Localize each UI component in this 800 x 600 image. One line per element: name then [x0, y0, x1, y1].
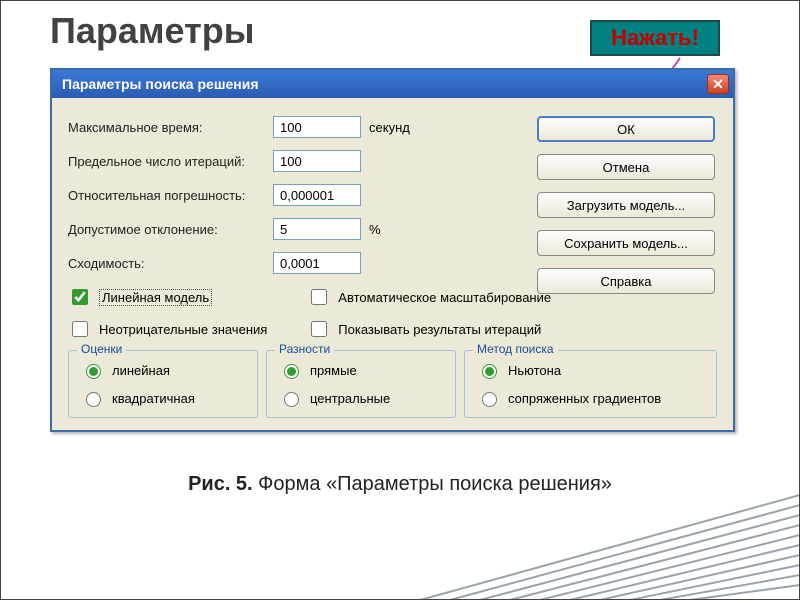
- radio-conj-label: сопряженных градиентов: [508, 391, 661, 406]
- label-precision: Относительная погрешность:: [68, 188, 273, 203]
- radio-deriv-central[interactable]: центральные: [279, 389, 443, 407]
- group-estimates: Оценки линейная квадратичная: [68, 350, 258, 418]
- press-label: Нажать!: [611, 25, 699, 51]
- label-convergence: Сходимость:: [68, 256, 273, 271]
- check-nonneg-label: Неотрицательные значения: [99, 322, 267, 337]
- radio-est-linear-label: линейная: [112, 363, 170, 378]
- input-convergence[interactable]: [273, 252, 361, 274]
- legend-estimates: Оценки: [77, 342, 126, 356]
- checkbox-area: Линейная модель Неотрицательные значения…: [68, 286, 717, 340]
- press-badge: Нажать!: [590, 20, 720, 56]
- caption-label: Рис. 5.: [188, 473, 253, 495]
- label-max-time: Максимальное время:: [68, 120, 273, 135]
- check-linear-model[interactable]: Линейная модель: [68, 286, 267, 308]
- close-icon: ✕: [712, 76, 724, 93]
- radio-estimates-quadratic[interactable]: квадратичная: [81, 389, 245, 407]
- check-autoscale-label: Автоматическое масштабирование: [338, 290, 551, 305]
- check-show-iter-label: Показывать результаты итераций: [338, 322, 541, 337]
- radio-der-fwd-input[interactable]: [284, 364, 299, 379]
- ok-button[interactable]: ОК: [537, 116, 715, 142]
- check-show-iter[interactable]: Показывать результаты итераций: [307, 318, 551, 340]
- close-button[interactable]: ✕: [707, 74, 729, 94]
- check-nonneg[interactable]: Неотрицательные значения: [68, 318, 267, 340]
- solver-options-dialog: Параметры поиска решения ✕ Максимальное …: [50, 68, 735, 432]
- radio-estimates-linear[interactable]: линейная: [81, 361, 245, 379]
- radio-est-linear-input[interactable]: [86, 364, 101, 379]
- checkbox-autoscale[interactable]: [311, 289, 327, 305]
- titlebar[interactable]: Параметры поиска решения ✕: [52, 70, 733, 98]
- radio-der-cen-label: центральные: [310, 391, 390, 406]
- radio-der-fwd-label: прямые: [310, 363, 357, 378]
- button-column: ОК Отмена Загрузить модель... Сохранить …: [537, 116, 715, 294]
- help-button[interactable]: Справка: [537, 268, 715, 294]
- radio-der-cen-input[interactable]: [284, 392, 299, 407]
- radio-conj-input[interactable]: [482, 392, 497, 407]
- legend-search: Метод поиска: [473, 342, 558, 356]
- checkbox-linear[interactable]: [72, 289, 88, 305]
- unit-tolerance: %: [369, 222, 429, 237]
- radio-search-conjugate[interactable]: сопряженных градиентов: [477, 389, 704, 407]
- load-model-button[interactable]: Загрузить модель...: [537, 192, 715, 218]
- check-linear-label: Линейная модель: [99, 289, 212, 306]
- slide-title: Параметры: [50, 10, 254, 52]
- radio-groups: Оценки линейная квадратичная Разности пр…: [68, 350, 717, 418]
- cancel-button[interactable]: Отмена: [537, 154, 715, 180]
- checkbox-show-iter[interactable]: [311, 321, 327, 337]
- input-max-time[interactable]: [273, 116, 361, 138]
- radio-est-quad-label: квадратичная: [112, 391, 195, 406]
- radio-search-newton[interactable]: Ньютона: [477, 361, 704, 379]
- radio-deriv-forward[interactable]: прямые: [279, 361, 443, 379]
- checkbox-nonneg[interactable]: [72, 321, 88, 337]
- group-derivatives: Разности прямые центральные: [266, 350, 456, 418]
- input-precision[interactable]: [273, 184, 361, 206]
- label-iterations: Предельное число итераций:: [68, 154, 273, 169]
- unit-max-time: секунд: [369, 120, 429, 135]
- label-tolerance: Допустимое отклонение:: [68, 222, 273, 237]
- radio-newton-label: Ньютона: [508, 363, 561, 378]
- radio-est-quad-input[interactable]: [86, 392, 101, 407]
- decorative-lines: [420, 460, 800, 600]
- dialog-title: Параметры поиска решения: [62, 76, 259, 92]
- input-iterations[interactable]: [273, 150, 361, 172]
- check-autoscale[interactable]: Автоматическое масштабирование: [307, 286, 551, 308]
- save-model-button[interactable]: Сохранить модель...: [537, 230, 715, 256]
- group-search: Метод поиска Ньютона сопряженных градиен…: [464, 350, 717, 418]
- input-tolerance[interactable]: [273, 218, 361, 240]
- radio-newton-input[interactable]: [482, 364, 497, 379]
- legend-derivatives: Разности: [275, 342, 334, 356]
